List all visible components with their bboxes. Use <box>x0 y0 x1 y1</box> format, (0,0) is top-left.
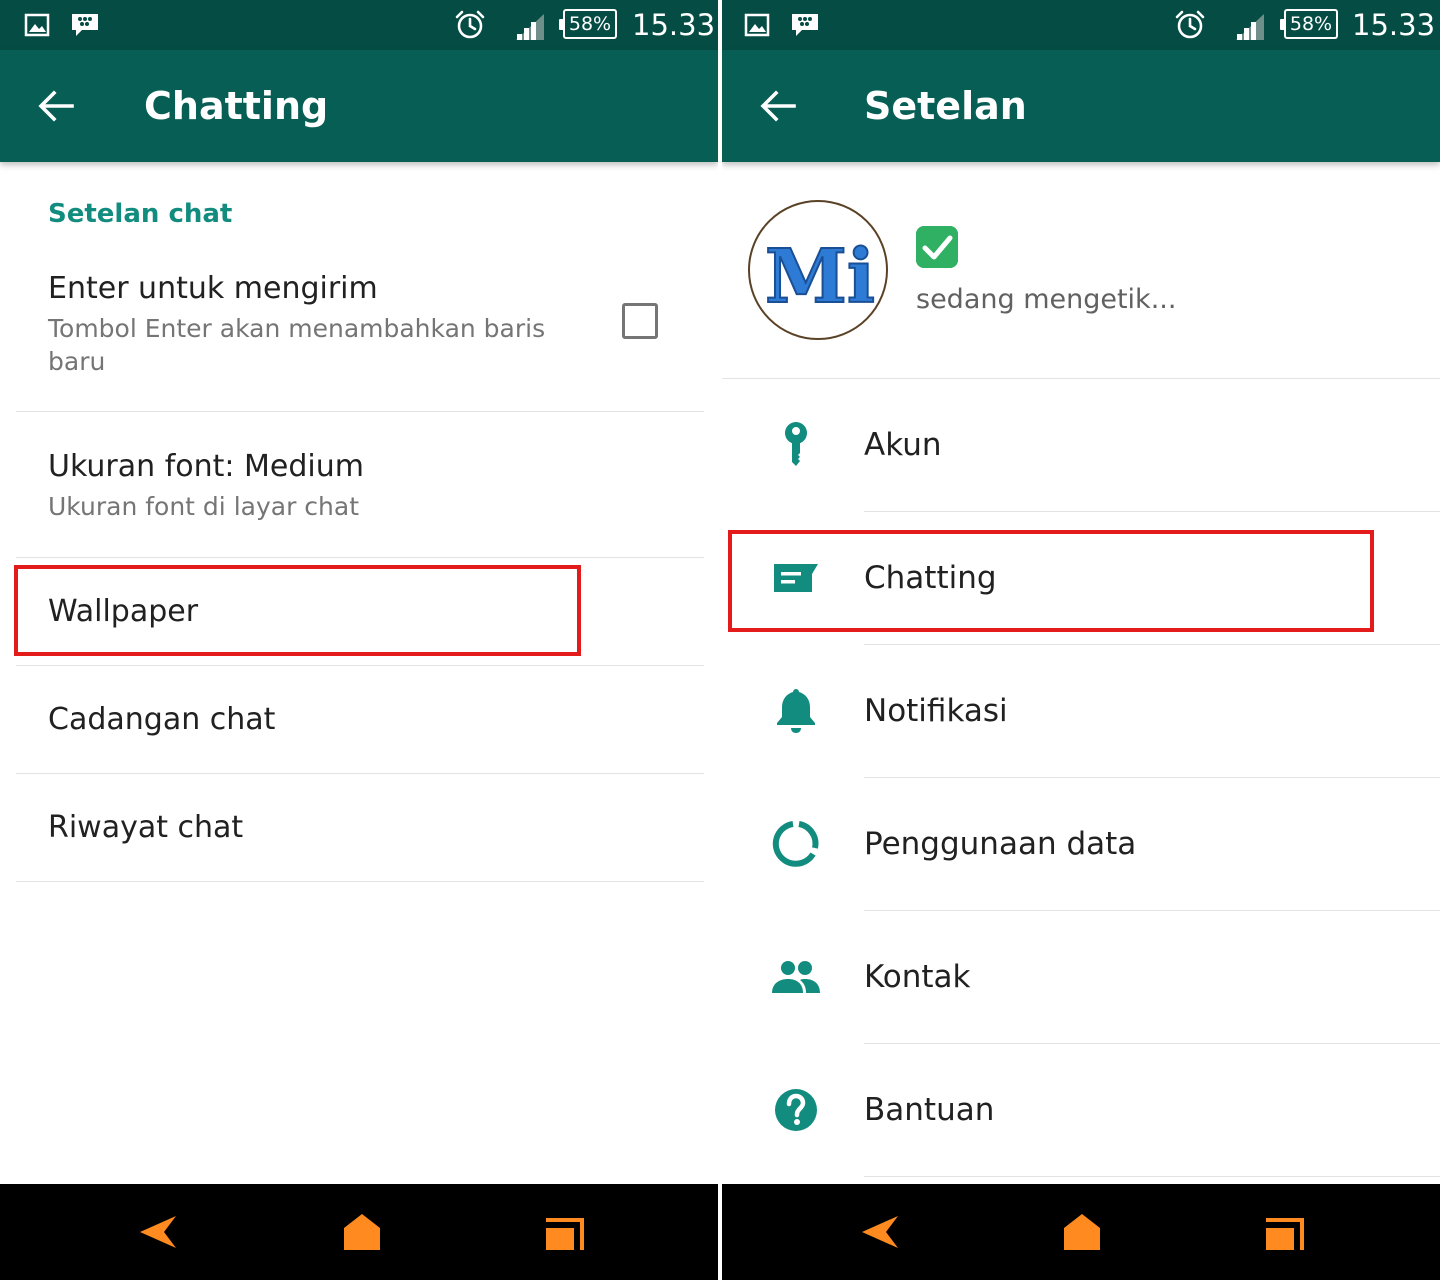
setting-title: Ukuran font: Medium <box>48 449 364 484</box>
signal-icon <box>516 14 544 40</box>
nav-back-icon[interactable] <box>136 1210 184 1254</box>
setting-subtitle: Ukuran font di layar chat <box>48 492 360 521</box>
font-size-setting[interactable]: Ukuran font: Medium Ukuran font di layar… <box>16 412 704 558</box>
help-icon <box>775 1089 817 1131</box>
settings-item-label: Notifikasi <box>864 693 1008 729</box>
settings-item-account[interactable]: Akun <box>722 379 1440 512</box>
chat-history-setting[interactable]: Riwayat chat <box>16 774 704 882</box>
settings-item-label: Penggunaan data <box>864 826 1137 862</box>
enter-to-send-checkbox[interactable] <box>622 303 658 339</box>
chat-settings-screen: 58% 15.33 Chatting Setelan chat Enter un… <box>0 0 718 1280</box>
toolbar: Chatting <box>0 50 718 162</box>
data-usage-icon <box>772 821 819 867</box>
setting-title: Wallpaper <box>48 594 199 629</box>
navigation-bar <box>722 1184 1440 1280</box>
nav-recents-icon[interactable] <box>1262 1210 1310 1254</box>
settings-item-label: Akun <box>864 427 942 463</box>
bbm-notification-icon <box>792 14 818 36</box>
back-arrow-icon[interactable] <box>758 86 798 126</box>
page-title: Chatting <box>144 84 329 128</box>
settings-item-contacts[interactable]: Kontak <box>722 911 1440 1044</box>
settings-item-label: Bantuan <box>864 1092 995 1128</box>
settings-item-label: Kontak <box>864 959 971 995</box>
settings-screen: 58% 15.33 Setelan Mi sedang mengetik... … <box>722 0 1440 1280</box>
settings-item-chatting[interactable]: Chatting <box>722 512 1440 645</box>
profile-avatar[interactable]: Mi <box>748 200 888 340</box>
chat-backup-setting[interactable]: Cadangan chat <box>16 666 704 774</box>
gallery-notification-icon <box>744 13 770 37</box>
setting-title: Riwayat chat <box>48 810 244 845</box>
signal-icon <box>1236 14 1264 40</box>
gallery-notification-icon <box>24 13 50 37</box>
bbm-notification-icon <box>72 14 98 36</box>
alarm-icon <box>455 10 485 39</box>
back-arrow-icon[interactable] <box>36 86 76 126</box>
setting-title: Cadangan chat <box>48 702 276 737</box>
battery-indicator: 58% <box>559 9 617 39</box>
settings-item-data-usage[interactable]: Penggunaan data <box>722 778 1440 911</box>
battery-indicator: 58% <box>1280 9 1338 39</box>
toolbar: Setelan <box>722 50 1440 162</box>
section-header: Setelan chat <box>48 199 233 229</box>
key-icon <box>785 422 807 466</box>
alarm-icon <box>1175 10 1205 39</box>
navigation-bar <box>0 1184 718 1280</box>
setting-title: Enter untuk mengirim <box>48 271 378 306</box>
avatar-logo: Mi <box>764 233 876 321</box>
settings-item-notifications[interactable]: Notifikasi <box>722 645 1440 778</box>
wallpaper-setting[interactable]: Wallpaper <box>16 558 704 666</box>
nav-home-icon[interactable] <box>1058 1210 1106 1254</box>
nav-back-icon[interactable] <box>858 1210 906 1254</box>
bell-icon <box>777 689 815 733</box>
status-bar: 58% 15.33 <box>722 0 1440 50</box>
divider <box>864 1176 1440 1177</box>
profile-status: sedang mengetik... <box>916 284 1177 315</box>
status-bar: 58% 15.33 <box>0 0 718 50</box>
clock: 15.33 <box>1352 8 1436 42</box>
nav-home-icon[interactable] <box>338 1210 386 1254</box>
contacts-icon <box>772 961 820 993</box>
avatar-logo-text: Mi <box>765 234 875 320</box>
page-title: Setelan <box>864 84 1027 128</box>
chat-icon <box>774 564 818 592</box>
enter-to-send-setting[interactable]: Enter untuk mengirim Tombol Enter akan m… <box>16 252 704 412</box>
verified-check-icon <box>916 226 958 268</box>
settings-item-label: Chatting <box>864 560 997 596</box>
clock: 15.33 <box>632 8 716 42</box>
settings-item-help[interactable]: Bantuan <box>722 1044 1440 1177</box>
setting-subtitle: Tombol Enter akan menambahkan baris baru <box>48 314 546 376</box>
nav-recents-icon[interactable] <box>542 1210 590 1254</box>
